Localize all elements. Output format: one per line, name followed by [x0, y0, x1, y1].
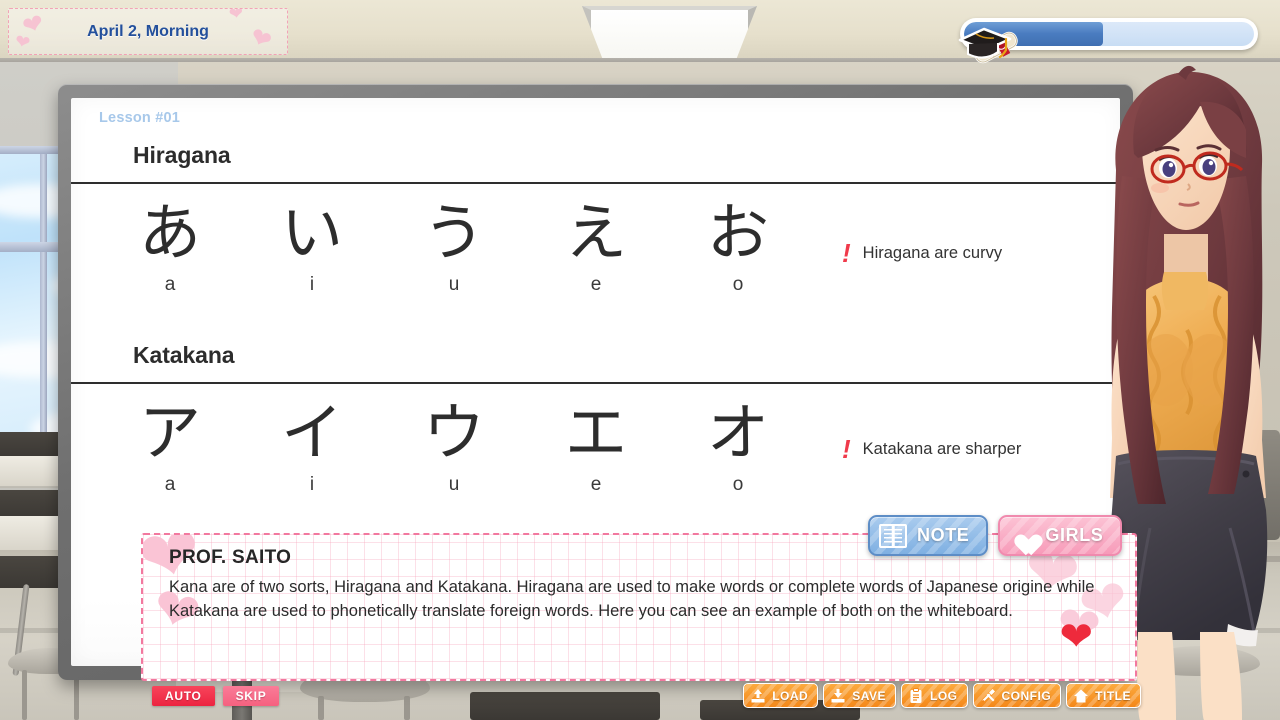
kana-romaji: u	[448, 274, 460, 295]
heart-icon	[1009, 524, 1035, 548]
auto-button-label: AUTO	[165, 689, 202, 703]
download-tray-icon	[830, 688, 846, 704]
ceiling-light-icon	[582, 6, 757, 60]
progress-hud	[946, 14, 1258, 64]
section-rule-katakana	[71, 382, 1120, 384]
kana-glyph: い	[280, 196, 343, 269]
kana-romaji: e	[590, 274, 602, 295]
kana-glyph: オ	[706, 396, 769, 469]
kana-romaji: i	[309, 474, 315, 495]
tab-button-group: NOTE GIRLS	[868, 515, 1123, 556]
title-button-label: TITLE	[1095, 688, 1131, 703]
heart-icon: ❤	[13, 30, 33, 54]
tab-note-label: NOTE	[917, 525, 970, 545]
kana-romaji: o	[732, 274, 744, 295]
date-label: April 2, Morning	[87, 22, 209, 40]
note-hiragana: ! Hiragana are curvy	[842, 240, 1002, 266]
log-button-label: LOG	[930, 688, 958, 703]
exclamation-icon: !	[842, 434, 851, 464]
kana-romaji: e	[590, 474, 602, 495]
kana-cell: エ e	[525, 402, 667, 496]
kana-glyph: え	[564, 196, 627, 269]
speaker-name: PROF. SAITO	[169, 547, 292, 568]
load-button-label: LOAD	[772, 688, 809, 703]
kana-cell: お o	[667, 202, 809, 296]
dialogue-text: Kana are of two sorts, Hiragana and Kata…	[169, 578, 1095, 621]
title-button[interactable]: TITLE	[1066, 683, 1141, 708]
save-button[interactable]: SAVE	[823, 683, 896, 708]
kana-row-hiragana: あ a い i う u え e お o	[99, 202, 809, 296]
kana-cell: う u	[383, 202, 525, 296]
kana-row-katakana: ア a イ i ウ u エ e オ o	[99, 402, 809, 496]
kana-cell: イ i	[241, 402, 383, 496]
heart-icon: ❤	[227, 8, 245, 24]
wrench-screwdriver-icon	[980, 688, 996, 704]
kana-romaji: u	[448, 474, 460, 495]
kana-romaji: a	[164, 274, 176, 295]
kana-romaji: a	[164, 474, 176, 495]
note-text: Katakana are sharper	[862, 439, 1022, 458]
log-button[interactable]: LOG	[901, 683, 968, 708]
lesson-label: Lesson #01	[99, 110, 180, 126]
kana-cell: ウ u	[383, 402, 525, 496]
skip-button[interactable]: SKIP	[222, 686, 280, 706]
load-button[interactable]: LOAD	[743, 683, 819, 708]
section-title-katakana: Katakana	[133, 342, 235, 368]
config-button[interactable]: CONFIG	[972, 683, 1062, 708]
system-control-group: LOAD SAVE LOG CONFIG TITLE	[743, 683, 1141, 708]
kana-glyph: あ	[138, 196, 201, 269]
upload-tray-icon	[750, 688, 766, 704]
date-banner: ❤ ❤ ❤ ❤ April 2, Morning	[8, 8, 288, 55]
tab-girls[interactable]: GIRLS	[998, 515, 1123, 556]
section-title-hiragana: Hiragana	[133, 142, 231, 168]
kana-glyph: エ	[564, 396, 627, 469]
kana-cell: え e	[525, 202, 667, 296]
kana-romaji: o	[732, 474, 744, 495]
tab-girls-label: GIRLS	[1045, 525, 1104, 545]
heart-icon: ❤	[245, 21, 276, 55]
kana-glyph: お	[706, 196, 769, 269]
book-icon	[879, 523, 907, 548]
kana-glyph: ア	[138, 396, 201, 469]
kana-glyph: ウ	[422, 396, 485, 469]
clipboard-icon	[908, 687, 924, 704]
tab-note[interactable]: NOTE	[868, 515, 989, 556]
save-button-label: SAVE	[852, 688, 886, 703]
auto-button[interactable]: AUTO	[152, 686, 215, 706]
graduation-cap-diploma-icon	[954, 14, 1028, 64]
kana-cell: ア a	[99, 402, 241, 496]
note-text: Hiragana are curvy	[862, 243, 1003, 262]
kana-cell: オ o	[667, 402, 809, 496]
kana-glyph: う	[422, 196, 485, 269]
note-katakana: ! Katakana are sharper	[842, 436, 1021, 462]
kana-romaji: i	[309, 274, 315, 295]
skip-button-label: SKIP	[235, 689, 267, 703]
exclamation-icon: !	[842, 238, 851, 268]
playback-control-group: AUTO SKIP	[152, 686, 280, 706]
kana-glyph: イ	[280, 396, 343, 469]
config-button-label: CONFIG	[1001, 688, 1052, 703]
kana-cell: い i	[241, 202, 383, 296]
home-icon	[1073, 688, 1089, 704]
section-rule-hiragana	[71, 182, 1120, 184]
kana-cell: あ a	[99, 202, 241, 296]
